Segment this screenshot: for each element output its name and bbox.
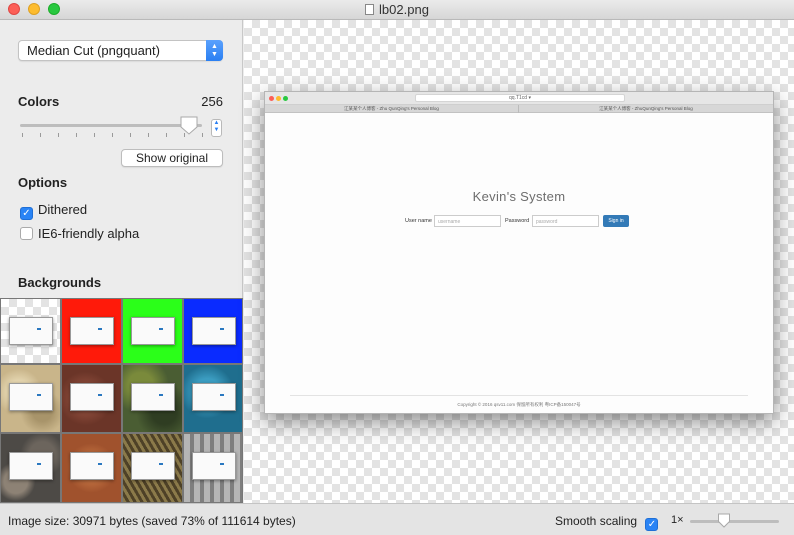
preview-max-dot (283, 96, 288, 101)
zoom-level-label: 1× (671, 514, 684, 526)
slider-tick (94, 133, 95, 137)
document-icon (365, 4, 375, 15)
show-original-button[interactable]: Show original (121, 149, 223, 167)
preview-tab-strip: 江某某个人博客 - Zhu QunQing's Personal Blog 江某… (265, 105, 773, 113)
slider-tick (130, 133, 131, 137)
preview-divider (290, 395, 748, 396)
swatch-preview-thumbnail (9, 383, 53, 411)
background-swatch-green[interactable] (122, 298, 183, 364)
preview-signin-button: Sign in (603, 215, 629, 227)
slider-tick (112, 133, 113, 137)
options-label: Options (18, 175, 68, 190)
preview-username-label: User name (405, 218, 432, 224)
ie6-alpha-checkbox[interactable] (20, 227, 33, 240)
swatch-preview-thumbnail (131, 317, 175, 345)
background-swatch-rust[interactable] (61, 364, 122, 433)
slider-tick (58, 133, 59, 137)
algorithm-select-value: Median Cut (pngquant) (27, 43, 160, 58)
swatch-preview-thumbnail (70, 383, 114, 411)
dithered-label: Dithered (38, 202, 88, 217)
background-swatch-metal[interactable] (183, 433, 243, 503)
slider-tick (148, 133, 149, 137)
swatch-preview-thumbnail (9, 317, 53, 345)
preview-username-field: username (434, 215, 501, 227)
preview-area[interactable]: qq.T1cd ▾ 江某某个人博客 - Zhu QunQing's Person… (244, 20, 794, 503)
swatch-preview-thumbnail (9, 452, 53, 480)
background-swatch-moss[interactable] (122, 364, 183, 433)
chevron-updown-icon: ▲ ▼ (206, 40, 223, 61)
preview-image: qq.T1cd ▾ 江某某个人博客 - Zhu QunQing's Person… (264, 91, 774, 414)
image-size-text: Image size: 30971 bytes (saved 73% of 11… (8, 514, 296, 528)
window-title-text: lb02.png (379, 2, 429, 17)
swatch-preview-thumbnail (70, 452, 114, 480)
preview-close-dot (269, 96, 274, 101)
colors-label: Colors (18, 94, 60, 109)
slider-tick (202, 133, 203, 137)
swatch-preview-thumbnail (192, 452, 236, 480)
dithered-checkbox-row[interactable]: ✓ Dithered (20, 202, 87, 220)
background-swatch-clay[interactable] (61, 433, 122, 503)
preview-url-bar: qq.T1cd ▾ (415, 94, 625, 102)
colors-slider-track[interactable] (20, 124, 202, 127)
smooth-scaling-checkbox[interactable]: ✓ (645, 518, 659, 531)
slider-tick (40, 133, 41, 137)
preview-min-dot (276, 96, 281, 101)
backgrounds-label: Backgrounds (18, 275, 102, 290)
preview-tab: 江某某个人博客 - ZhuQunQing's Personal Blog (599, 106, 693, 111)
swatch-preview-thumbnail (192, 383, 236, 411)
sidebar: Median Cut (pngquant) ▲ ▼ Colors 256 ▲ ▼ S… (0, 20, 243, 503)
zoom-slider-thumb[interactable] (717, 513, 731, 528)
swatch-preview-thumbnail (131, 383, 175, 411)
background-swatch-checkerboard[interactable] (0, 298, 61, 364)
swatch-preview-thumbnail (70, 317, 114, 345)
colors-stepper[interactable]: ▲ ▼ (211, 119, 222, 137)
status-bar: Image size: 30971 bytes (saved 73% of 11… (0, 503, 794, 535)
background-swatch-water[interactable] (183, 364, 243, 433)
background-swatch-sand[interactable] (0, 364, 61, 433)
swatch-preview-thumbnail (192, 317, 236, 345)
smooth-scaling-label: Smooth scaling (555, 514, 638, 528)
swatch-preview-thumbnail (131, 452, 175, 480)
slider-tick (166, 133, 167, 137)
colors-slider-thumb[interactable] (179, 116, 199, 135)
zoom-slider-track[interactable] (690, 520, 779, 523)
window-title: lb02.png (0, 2, 794, 17)
algorithm-select[interactable]: Median Cut (pngquant) ▲ ▼ (18, 40, 223, 61)
background-swatch-grass[interactable] (122, 433, 183, 503)
preview-tab: 江某某个人博客 - Zhu QunQing's Personal Blog (265, 105, 519, 113)
background-swatch-blue[interactable] (183, 298, 243, 364)
dithered-checkbox[interactable]: ✓ (20, 207, 33, 220)
preview-browser-toolbar: qq.T1cd ▾ (265, 92, 773, 105)
background-swatch-red[interactable] (61, 298, 122, 364)
backgrounds-grid (0, 298, 243, 503)
ie6-alpha-label: IE6-friendly alpha (38, 226, 140, 241)
ie6-alpha-checkbox-row[interactable]: IE6-friendly alpha (20, 226, 139, 241)
background-swatch-stones[interactable] (0, 433, 61, 503)
colors-value: 256 (201, 94, 223, 109)
preview-page-title: Kevin's System (472, 189, 566, 204)
slider-tick (76, 133, 77, 137)
preview-footer: Copyright © 2016 qsv11.com 保留所有权利 粤ICP备1… (457, 402, 581, 407)
title-bar: lb02.png (0, 0, 794, 20)
preview-password-label: Password (505, 218, 530, 224)
preview-password-field: password (532, 215, 599, 227)
smooth-scaling-row[interactable]: Smooth scaling ✓ (555, 514, 659, 531)
slider-tick (22, 133, 23, 137)
